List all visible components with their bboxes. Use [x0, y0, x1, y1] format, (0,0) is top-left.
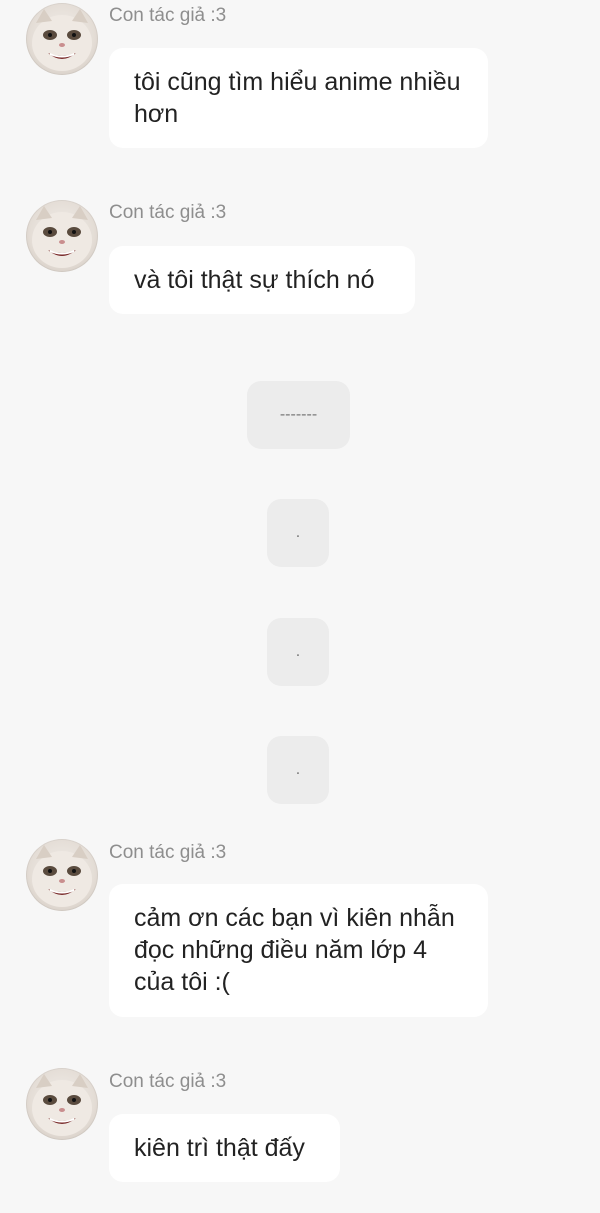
cat-face-icon [32, 1074, 92, 1136]
message-bubble[interactable]: kiên trì thật đấy [109, 1114, 340, 1182]
cat-face-icon [32, 845, 92, 907]
message-bubble[interactable]: và tôi thật sự thích nó [109, 246, 415, 314]
sender-name: Con tác giả :3 [109, 842, 227, 863]
separator-bubble: . [267, 618, 329, 686]
message-bubble[interactable]: tôi cũng tìm hiểu anime nhiều hơn [109, 48, 488, 148]
separator-bubble: ------- [247, 381, 350, 449]
cat-face-icon [32, 9, 92, 71]
avatar[interactable] [26, 1068, 98, 1140]
sender-name: Con tác giả :3 [109, 202, 227, 223]
avatar[interactable] [26, 3, 98, 75]
avatar[interactable] [26, 200, 98, 272]
cat-face-icon [32, 206, 92, 268]
sender-name: Con tác giả :3 [109, 1071, 227, 1092]
message-bubble[interactable]: cảm ơn các bạn vì kiên nhẫn đọc những đi… [109, 884, 488, 1017]
separator-bubble: . [267, 499, 329, 567]
sender-name: Con tác giả :3 [109, 5, 227, 26]
separator-bubble: . [267, 736, 329, 804]
avatar[interactable] [26, 839, 98, 911]
